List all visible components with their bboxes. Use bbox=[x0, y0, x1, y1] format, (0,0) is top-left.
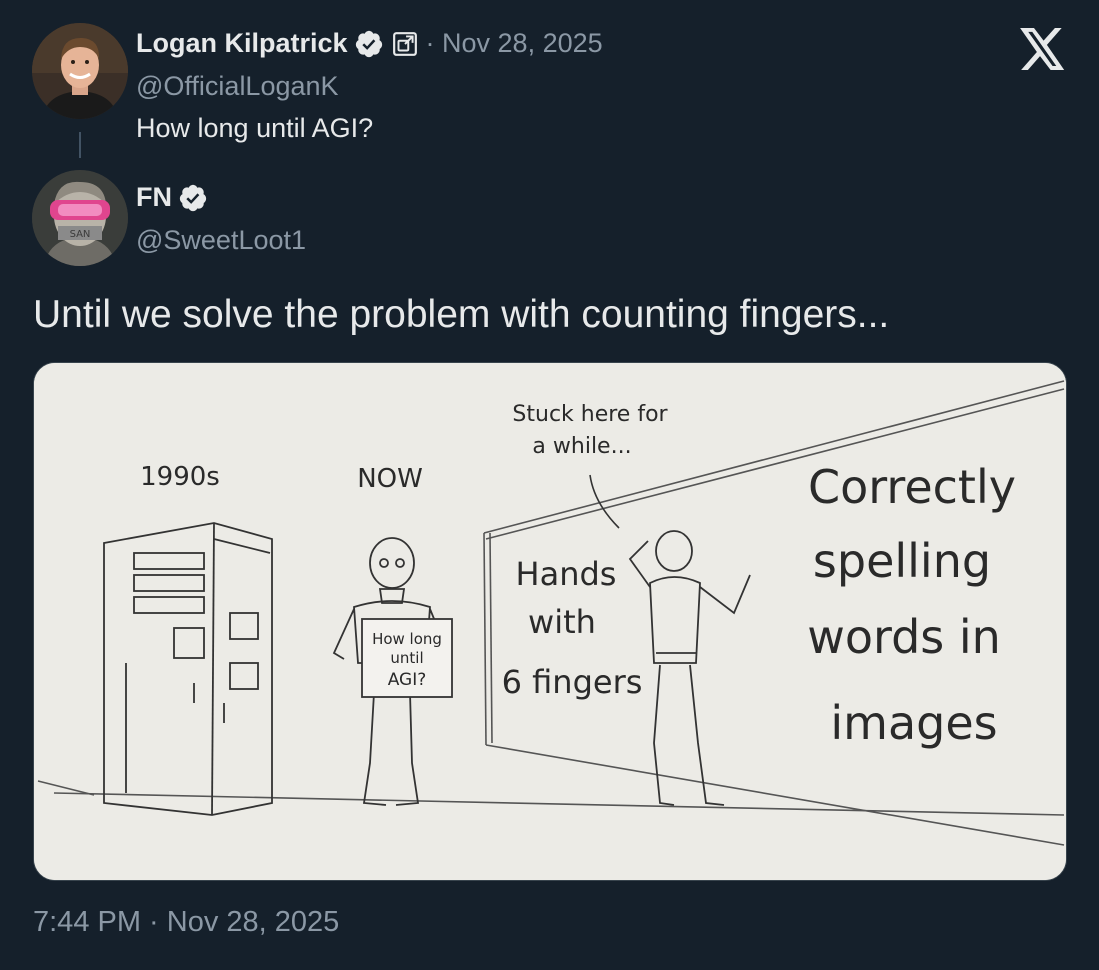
reply-author-name[interactable]: FN bbox=[136, 182, 172, 213]
x-logo-icon[interactable] bbox=[1020, 28, 1066, 70]
label-1990s: 1990s bbox=[140, 462, 220, 492]
wall-right-line-4: images bbox=[830, 696, 997, 750]
quoted-author-handle[interactable]: @OfficialLoganK bbox=[136, 71, 339, 102]
quoted-tweet-date[interactable]: · Nov 28, 2025 bbox=[426, 28, 603, 59]
avatar-fn[interactable]: SAN bbox=[32, 170, 128, 266]
svg-text:SAN: SAN bbox=[70, 229, 91, 240]
quoted-author-name[interactable]: Logan Kilpatrick bbox=[136, 28, 348, 59]
wall-left-line-2: with bbox=[528, 603, 596, 641]
tweet-timestamp[interactable]: 7:44 PM · Nov 28, 2025 bbox=[33, 906, 339, 939]
avatar-logan[interactable] bbox=[32, 23, 128, 119]
quoted-author-row: Logan Kilpatrick · Nov 28, 2025 bbox=[136, 28, 603, 59]
thread-connector-line bbox=[79, 132, 81, 158]
verified-badge-icon bbox=[354, 29, 384, 59]
wall-right-line-3: words in bbox=[807, 610, 1001, 664]
sign-line-3: AGI? bbox=[388, 670, 427, 690]
label-now: NOW bbox=[357, 464, 423, 494]
tweet-image[interactable]: How long until AGI? 1990s NOW Stuck here… bbox=[33, 362, 1067, 881]
sign-line-2: until bbox=[390, 649, 423, 667]
reply-author-row: FN bbox=[136, 182, 208, 213]
wall-right-line-2: spelling bbox=[813, 534, 991, 588]
sign-line-1: How long bbox=[372, 630, 442, 648]
wall-right-line-1: Correctly bbox=[808, 460, 1016, 514]
reply-author-handle[interactable]: @SweetLoot1 bbox=[136, 225, 306, 256]
affiliation-badge-icon[interactable] bbox=[392, 31, 418, 57]
quoted-tweet-text: How long until AGI? bbox=[136, 113, 374, 143]
caption-line-1: Stuck here for bbox=[512, 402, 668, 427]
caption-line-2: a while... bbox=[532, 434, 631, 459]
wall-left-line-1: Hands bbox=[516, 555, 617, 593]
verified-badge-icon bbox=[178, 183, 208, 213]
reply-tweet-text: Until we solve the problem with counting… bbox=[33, 293, 890, 336]
wall-left-line-3: 6 fingers bbox=[502, 663, 643, 701]
